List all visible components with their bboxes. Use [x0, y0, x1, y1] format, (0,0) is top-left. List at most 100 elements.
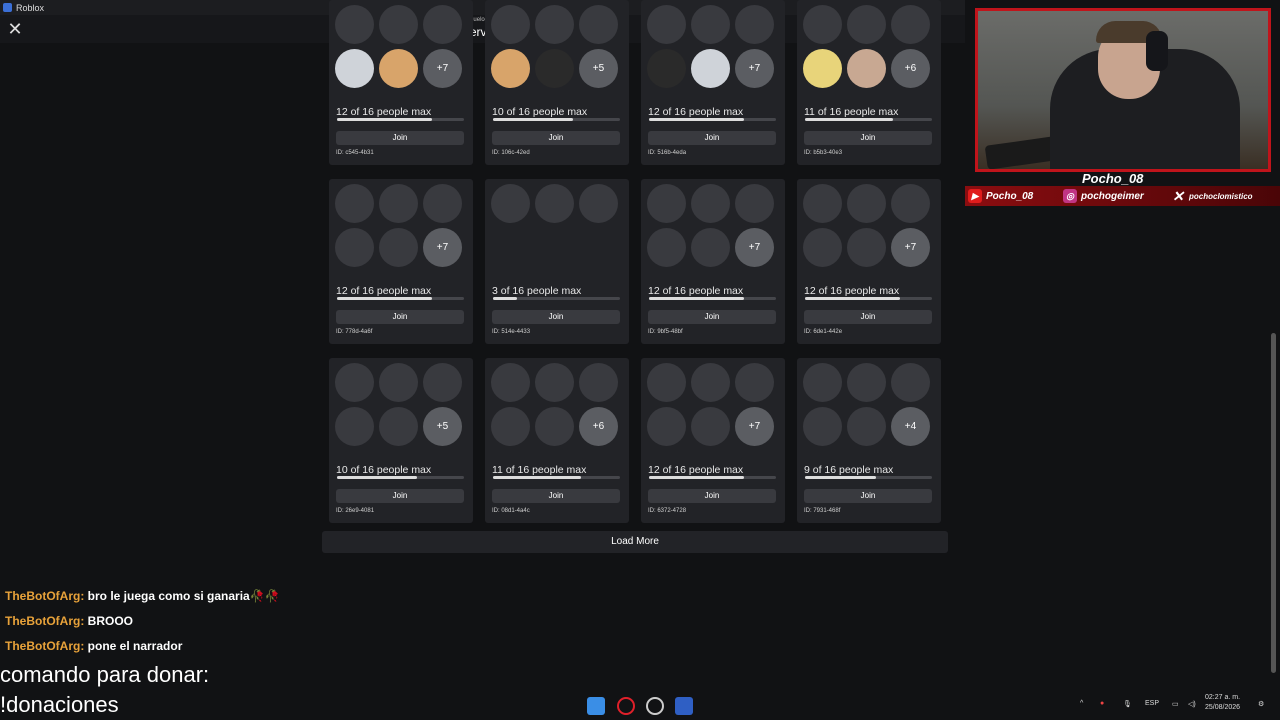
avatar — [735, 5, 774, 44]
x-handle: ✕ pochoclomistico — [1172, 187, 1253, 204]
more-players-badge: +5 — [579, 49, 618, 88]
obs-icon[interactable] — [646, 697, 664, 715]
chat-message: TheBotOfArg: BROOO — [5, 614, 133, 628]
more-players-badge: +4 — [891, 407, 930, 446]
join-button[interactable]: Join — [648, 489, 776, 503]
join-button[interactable]: Join — [492, 310, 620, 324]
notification-icon[interactable]: ⚙ — [1258, 700, 1264, 708]
server-card: +7 12 of 16 people max Join ID: 6de1-442e — [797, 179, 941, 344]
player-count: 12 of 16 people max — [336, 106, 432, 118]
capacity-bar — [493, 297, 620, 300]
server-id: ID: c545-4b31 — [336, 150, 374, 156]
server-card: +7 12 of 16 people max Join ID: c545-4b31 — [329, 0, 473, 165]
more-players-badge: +7 — [891, 228, 930, 267]
player-avatars: +7 — [647, 184, 779, 274]
chevron-up-icon[interactable]: ^ — [1080, 700, 1083, 707]
capacity-bar — [337, 476, 464, 479]
social-bar: ▶ Pocho_08 ◎ pochogeimer ✕ pochoclomisti… — [965, 186, 1280, 206]
join-button[interactable]: Join — [492, 489, 620, 503]
avatar — [735, 363, 774, 402]
join-button[interactable]: Join — [336, 489, 464, 503]
windows-start-icon[interactable] — [587, 697, 605, 715]
webcam-overlay — [975, 8, 1271, 172]
language-indicator[interactable]: ESP — [1145, 700, 1159, 707]
avatar — [803, 184, 842, 223]
join-button[interactable]: Join — [336, 310, 464, 324]
avatar — [423, 184, 462, 223]
player-avatars: +6 — [803, 5, 935, 95]
donate-command-label: comando para donar: — [0, 662, 210, 687]
server-card: 3 of 16 people max Join ID: 514e-4433 — [485, 179, 629, 344]
server-id: ID: 26e9-4081 — [336, 508, 375, 514]
avatar — [803, 363, 842, 402]
join-button[interactable]: Join — [648, 310, 776, 324]
join-button[interactable]: Join — [648, 131, 776, 145]
streamer-name: Pocho_08 — [1082, 171, 1144, 186]
server-card: +5 10 of 16 people max Join ID: 26e9-4081 — [329, 358, 473, 523]
join-button[interactable]: Join — [804, 489, 932, 503]
avatar — [491, 407, 530, 446]
avatar — [803, 5, 842, 44]
player-count: 11 of 16 people max — [804, 106, 899, 118]
avatar — [691, 184, 730, 223]
avatar — [335, 49, 374, 88]
avatar — [579, 5, 618, 44]
system-clock[interactable]: 02:27 a. m. 25/08/2026 — [1205, 693, 1240, 713]
server-id: ID: 7931-468f — [804, 508, 841, 514]
avatar — [891, 184, 930, 223]
youtube-handle: ▶ Pocho_08 — [968, 189, 1033, 203]
avatar — [335, 228, 374, 267]
avatar — [691, 5, 730, 44]
player-count: 12 of 16 people max — [648, 285, 744, 297]
network-icon[interactable]: ▭ — [1172, 700, 1179, 708]
chat-text: BROOO — [87, 614, 134, 628]
avatar — [691, 407, 730, 446]
taskbar: ^ ● 🎙 ESP ▭ ◁) ⚙ — [0, 690, 1280, 720]
capacity-bar — [805, 118, 932, 121]
avatar — [379, 5, 418, 44]
more-players-badge: +7 — [423, 228, 462, 267]
player-count: 10 of 16 people max — [336, 464, 432, 476]
avatar — [847, 407, 886, 446]
capacity-bar — [493, 118, 620, 121]
avatar — [535, 5, 574, 44]
player-avatars: +6 — [491, 363, 623, 453]
player-count: 9 of 16 people max — [804, 464, 894, 476]
avatar — [735, 184, 774, 223]
player-avatars: +7 — [647, 363, 779, 453]
scrollbar[interactable] — [1271, 333, 1276, 673]
server-id: ID: 9bf5-48bf — [648, 329, 683, 335]
avatar — [535, 184, 574, 223]
volume-icon[interactable]: ◁) — [1188, 700, 1196, 708]
load-more-button[interactable]: Load More — [322, 531, 948, 553]
x-icon: ✕ — [1172, 187, 1184, 204]
avatar — [379, 228, 418, 267]
player-count: 12 of 16 people max — [336, 285, 432, 297]
player-count: 11 of 16 people max — [492, 464, 587, 476]
avatar — [647, 5, 686, 44]
join-button[interactable]: Join — [336, 131, 464, 145]
join-button[interactable]: Join — [492, 131, 620, 145]
roblox-logo-icon — [3, 3, 12, 12]
player-avatars: +4 — [803, 363, 935, 453]
avatar — [847, 228, 886, 267]
chat-user: TheBotOfArg: — [5, 589, 85, 603]
join-button[interactable]: Join — [804, 310, 932, 324]
chat-text: pone el narrador — [87, 639, 183, 653]
server-id: ID: 6de1-442e — [804, 329, 843, 335]
capacity-bar — [493, 476, 620, 479]
server-id: ID: 106c-42ed — [492, 150, 530, 156]
chat-message: TheBotOfArg: pone el narrador — [5, 639, 182, 653]
avatar — [647, 184, 686, 223]
opera-icon[interactable] — [617, 697, 635, 715]
headset-image — [1146, 31, 1168, 71]
roblox-taskbar-icon[interactable] — [675, 697, 693, 715]
capacity-bar — [805, 297, 932, 300]
capacity-bar — [649, 118, 776, 121]
antivirus-icon[interactable]: ● — [1100, 700, 1104, 707]
join-button[interactable]: Join — [804, 131, 932, 145]
avatar — [423, 5, 462, 44]
avatar — [803, 49, 842, 88]
player-count: 3 of 16 people max — [492, 285, 582, 297]
microphone-icon[interactable]: 🎙 — [1123, 700, 1132, 708]
